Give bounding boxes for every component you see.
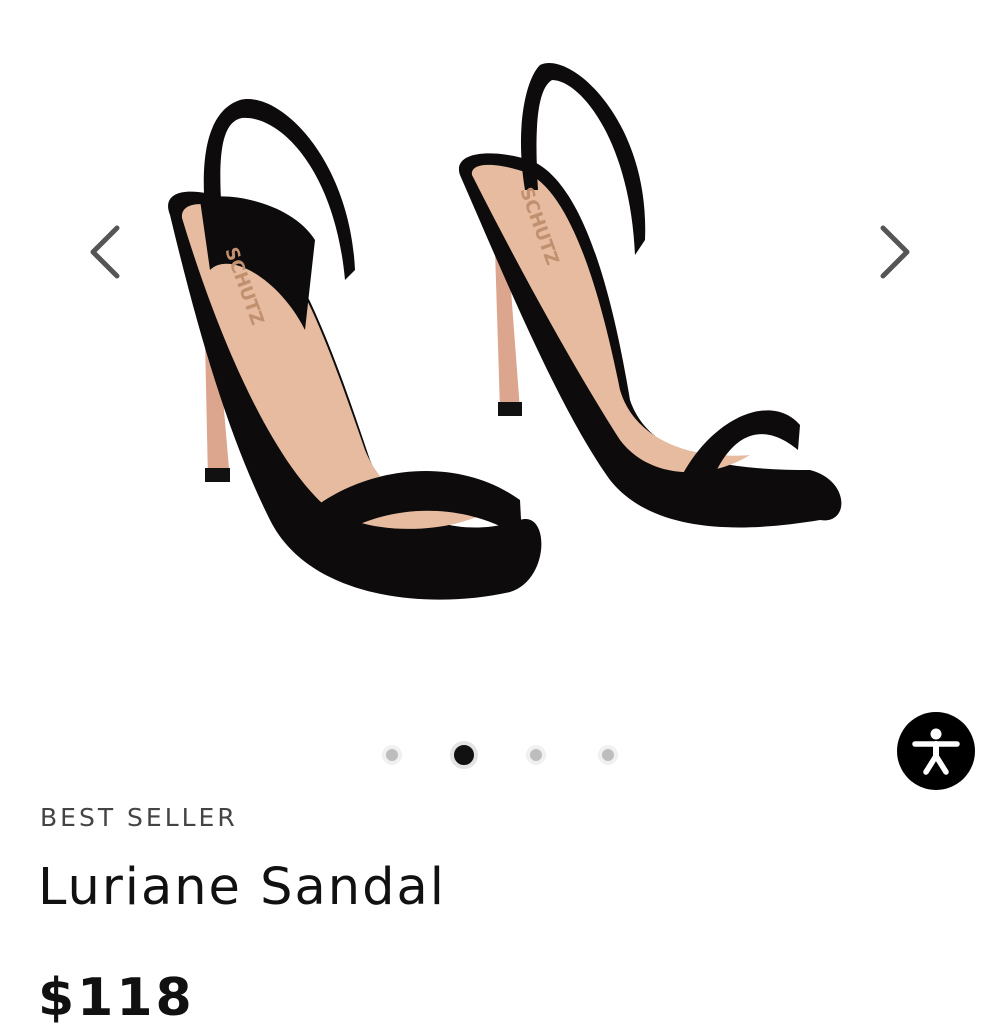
pagination-dot-3[interactable]: [526, 745, 546, 765]
pagination-dot-4[interactable]: [598, 745, 618, 765]
best-seller-badge: BEST SELLER: [40, 803, 238, 832]
previous-image-button[interactable]: [85, 222, 125, 282]
right-sandal: SCHUTZ: [458, 62, 842, 528]
next-image-button[interactable]: [875, 222, 915, 282]
chevron-left-icon: [90, 225, 120, 279]
product-title: Luriane Sandal: [38, 858, 446, 917]
chevron-right-icon: [880, 225, 910, 279]
product-price: $118: [38, 968, 195, 1028]
accessibility-button[interactable]: [897, 712, 975, 790]
accessibility-icon: [912, 728, 960, 775]
pagination-dot-2[interactable]: [450, 741, 478, 769]
product-image-gallery[interactable]: SCHUTZ SCHUTZ: [0, 0, 1000, 790]
pagination-dot-1[interactable]: [382, 745, 402, 765]
product-image: SCHUTZ SCHUTZ: [168, 62, 842, 600]
